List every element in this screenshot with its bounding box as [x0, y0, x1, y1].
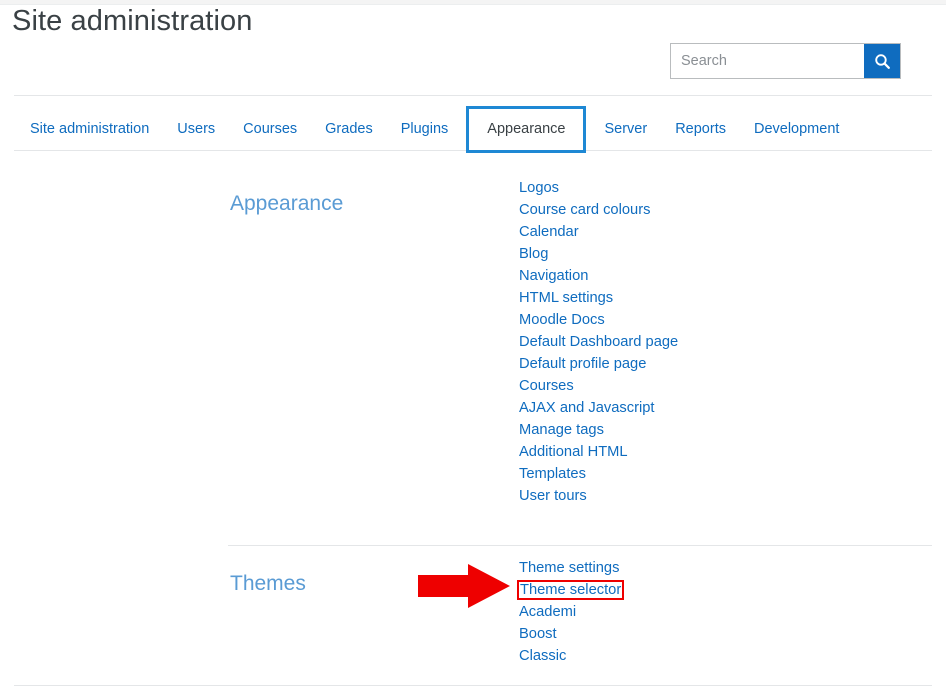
link-academi[interactable]: Academi	[519, 604, 576, 620]
link-logos[interactable]: Logos	[519, 180, 559, 196]
list-item: HTML settings	[519, 287, 678, 309]
list-item: Academi	[519, 601, 622, 623]
list-item: Additional HTML	[519, 441, 678, 463]
list-item: Boost	[519, 623, 622, 645]
link-ajax-and-javascript[interactable]: AJAX and Javascript	[519, 400, 655, 416]
list-item: Templates	[519, 463, 678, 485]
tab-users[interactable]: Users	[163, 114, 229, 145]
link-course-card-colours[interactable]: Course card colours	[519, 202, 650, 218]
link-default-profile-page[interactable]: Default profile page	[519, 356, 646, 372]
link-courses[interactable]: Courses	[519, 378, 574, 394]
list-item: Courses	[519, 375, 678, 397]
appearance-link-list: Logos Course card colours Calendar Blog …	[519, 177, 678, 507]
list-item: Classic	[519, 645, 622, 667]
tab-courses[interactable]: Courses	[229, 114, 311, 145]
list-item: Default profile page	[519, 353, 678, 375]
link-calendar[interactable]: Calendar	[519, 224, 579, 240]
admin-tab-bar: Site administration Users Courses Grades…	[14, 106, 853, 153]
search-icon	[874, 53, 891, 70]
list-item: Manage tags	[519, 419, 678, 441]
tab-grades[interactable]: Grades	[311, 114, 387, 145]
link-html-settings[interactable]: HTML settings	[519, 290, 613, 306]
link-theme-selector[interactable]: Theme selector	[516, 580, 625, 600]
section-heading-appearance: Appearance	[230, 192, 344, 216]
search-submit-button[interactable]	[864, 44, 900, 78]
list-item: User tours	[519, 485, 678, 507]
link-theme-settings[interactable]: Theme settings	[519, 560, 619, 576]
link-classic[interactable]: Classic	[519, 648, 566, 664]
page-root: Site administration Site administration …	[0, 5, 946, 695]
tab-reports[interactable]: Reports	[661, 114, 740, 145]
themes-section-divider	[228, 545, 932, 546]
link-additional-html[interactable]: Additional HTML	[519, 444, 628, 460]
link-boost[interactable]: Boost	[519, 626, 557, 642]
list-item: AJAX and Javascript	[519, 397, 678, 419]
list-item: Moodle Docs	[519, 309, 678, 331]
list-item: Theme settings	[519, 557, 622, 579]
list-item: Logos	[519, 177, 678, 199]
section-heading-themes: Themes	[230, 572, 306, 596]
list-item: Default Dashboard page	[519, 331, 678, 353]
link-navigation[interactable]: Navigation	[519, 268, 588, 284]
header-divider	[14, 95, 932, 96]
link-moodle-docs[interactable]: Moodle Docs	[519, 312, 605, 328]
annotation-red-arrow-icon	[418, 564, 510, 608]
list-item: Navigation	[519, 265, 678, 287]
tab-plugins[interactable]: Plugins	[387, 114, 463, 145]
themes-link-list: Theme settings Theme selector Academi Bo…	[516, 557, 625, 667]
list-item: Theme selector	[516, 579, 625, 601]
tab-server[interactable]: Server	[590, 114, 661, 145]
link-manage-tags[interactable]: Manage tags	[519, 422, 604, 438]
footer-divider	[14, 685, 932, 686]
list-item: Blog	[519, 243, 678, 265]
tab-appearance[interactable]: Appearance	[466, 106, 587, 153]
tab-site-administration[interactable]: Site administration	[14, 114, 163, 145]
tab-development[interactable]: Development	[740, 114, 853, 145]
search-box[interactable]	[670, 43, 901, 79]
link-templates[interactable]: Templates	[519, 466, 586, 482]
page-title: Site administration	[12, 5, 253, 37]
list-item: Calendar	[519, 221, 678, 243]
link-default-dashboard-page[interactable]: Default Dashboard page	[519, 334, 678, 350]
list-item: Course card colours	[519, 199, 678, 221]
link-blog[interactable]: Blog	[519, 246, 548, 262]
search-input[interactable]	[671, 44, 864, 78]
link-user-tours[interactable]: User tours	[519, 488, 587, 504]
